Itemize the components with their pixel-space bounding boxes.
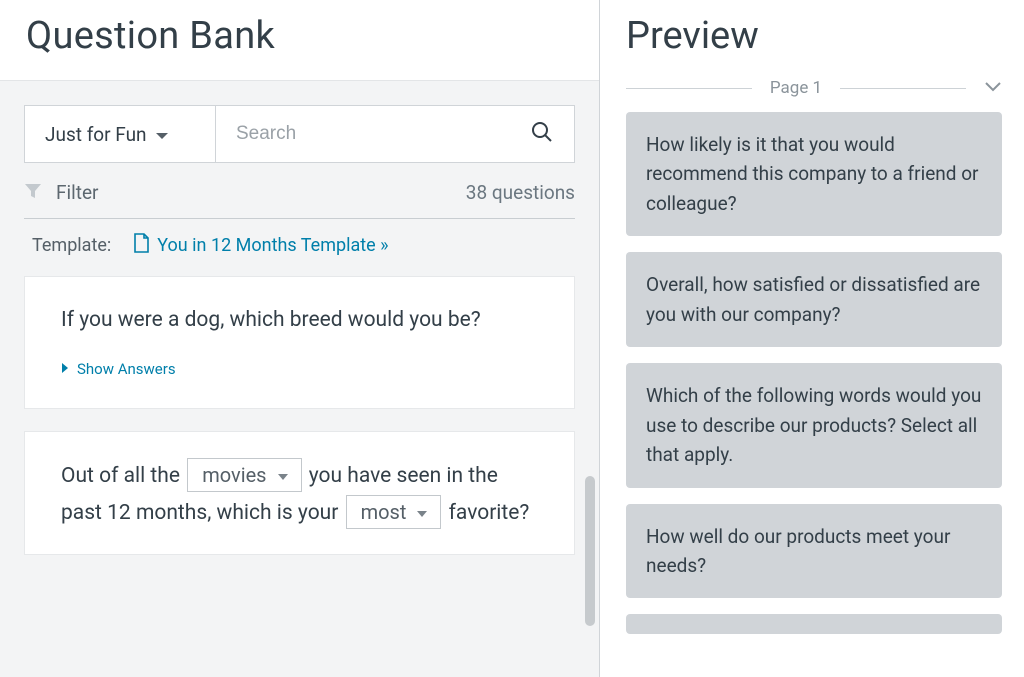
template-label: Template: [32,235,111,256]
caret-right-icon [61,357,69,383]
chevron-down-icon[interactable] [984,78,1002,98]
page-separator[interactable]: Page 1 [626,74,1002,112]
caret-down-icon [155,123,169,146]
question-list: If you were a dog, which breed would you… [0,276,599,677]
template-row: Template: You in 12 Months Template » [0,219,599,276]
category-dropdown[interactable]: Just for Fun [24,105,216,163]
separator-line [626,88,752,89]
inline-dropdown-label: movies [202,463,266,487]
separator-line [840,88,966,89]
question-bank-body: Just for Fun Filter 38 questions [0,80,599,677]
inline-dropdown-label: most [361,500,407,524]
question-bank-title: Question Bank [0,0,599,80]
inline-dropdown-movies[interactable]: movies [187,458,301,492]
preview-card[interactable]: Overall, how satisfied or dissatisfied a… [626,252,1002,347]
question-card[interactable]: If you were a dog, which breed would you… [24,276,575,409]
page-label: Page 1 [770,78,822,98]
question-suffix: favorite? [449,501,530,525]
template-link[interactable]: You in 12 Months Template » [133,233,388,258]
question-count: 38 questions [466,181,575,204]
preview-title: Preview [626,14,1002,74]
caret-down-icon [277,463,289,487]
preview-card[interactable]: Which of the following words would you u… [626,363,1002,487]
filter-button[interactable]: Filter [24,181,98,204]
question-bank-panel: Question Bank Just for Fun Filter [0,0,600,677]
search-input[interactable] [236,123,530,145]
filter-label: Filter [56,181,98,204]
show-answers-toggle[interactable]: Show Answers [61,357,176,383]
document-icon [133,233,149,258]
show-answers-label: Show Answers [77,357,176,383]
controls-row: Just for Fun [0,81,599,163]
filter-row: Filter 38 questions [24,181,575,219]
search-field-wrap [216,105,575,163]
question-prefix: Out of all the [61,464,185,488]
search-icon[interactable] [530,120,554,148]
preview-card[interactable] [626,614,1002,634]
caret-down-icon [416,500,428,524]
category-dropdown-label: Just for Fun [45,123,147,146]
inline-dropdown-most[interactable]: most [346,495,442,529]
filter-icon [24,181,42,204]
question-card[interactable]: Out of all the movies you have seen in t… [24,431,575,554]
template-link-text: You in 12 Months Template » [157,235,388,256]
question-text: If you were a dog, which breed would you… [61,303,538,339]
preview-panel: Preview Page 1 How likely is it that you… [600,0,1024,677]
preview-card[interactable]: How likely is it that you would recommen… [626,112,1002,236]
scrollbar-thumb[interactable] [585,476,595,626]
preview-card[interactable]: How well do our products meet your needs… [626,504,1002,599]
